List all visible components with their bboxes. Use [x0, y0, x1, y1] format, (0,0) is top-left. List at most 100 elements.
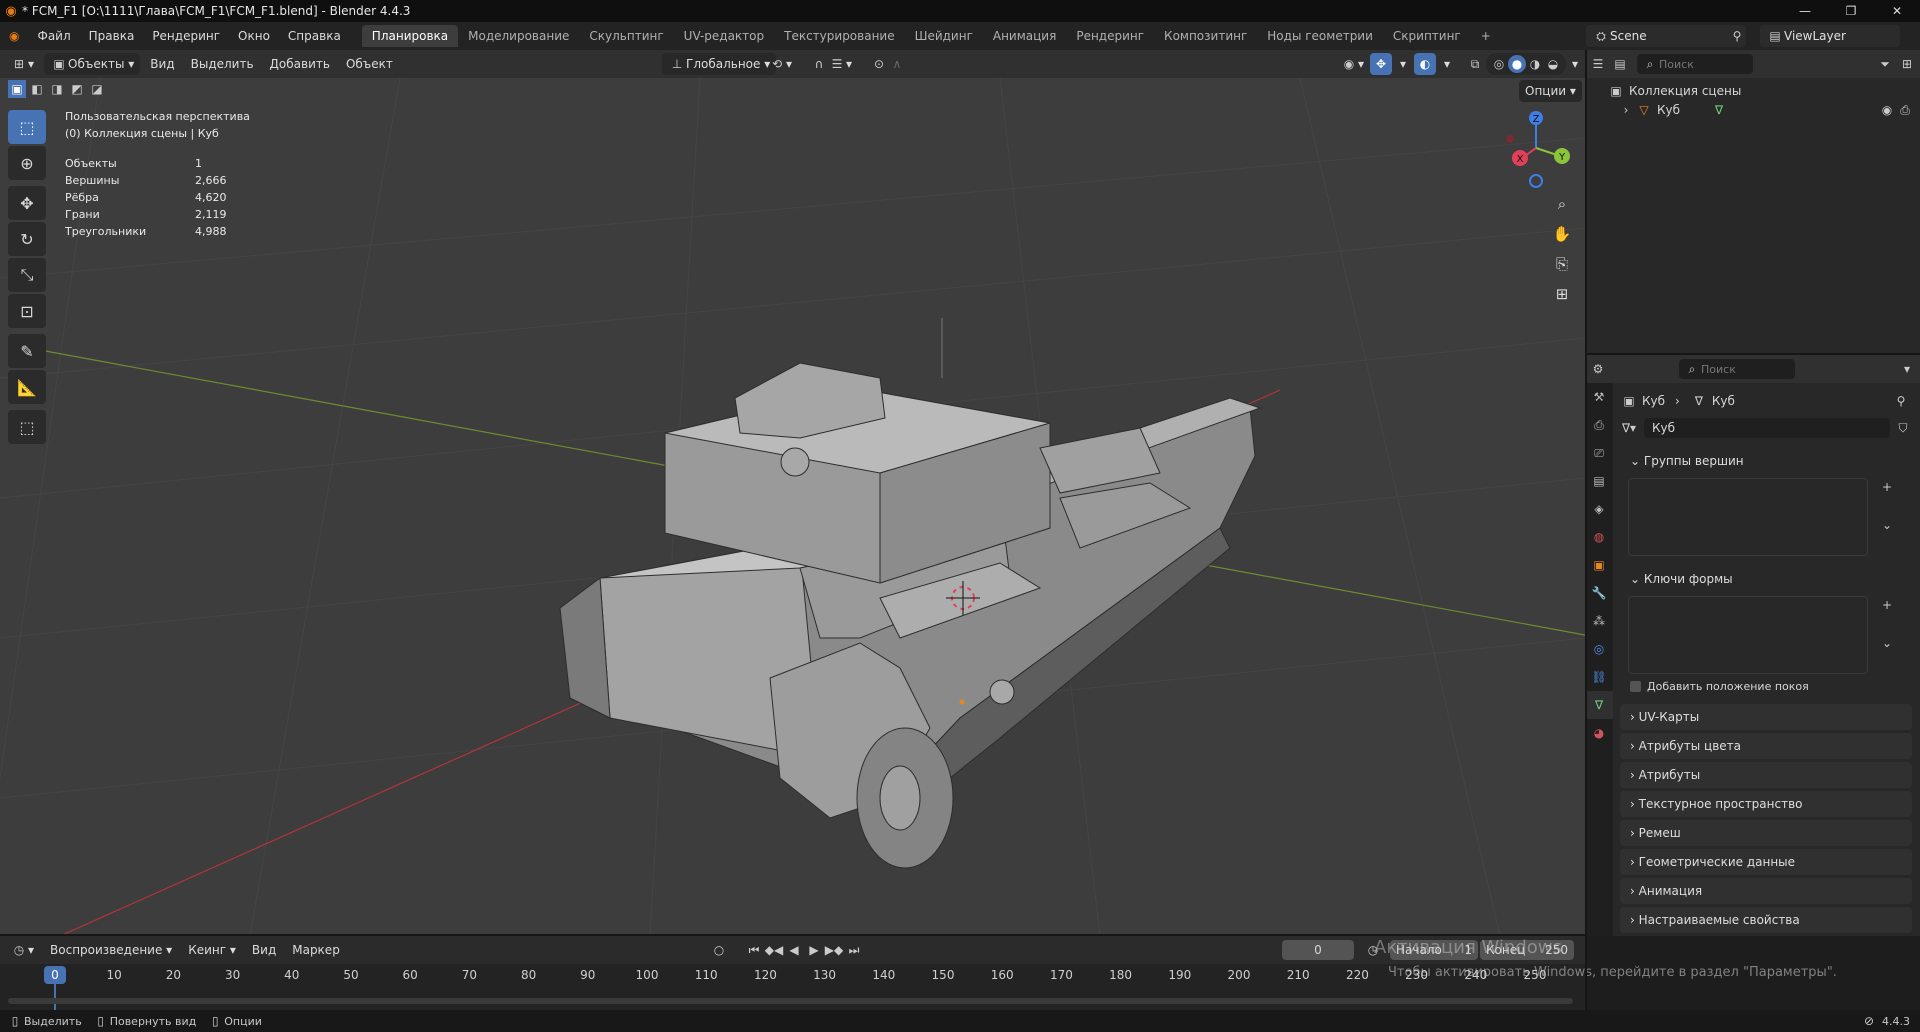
custom-properties-panel[interactable]: › Настраиваемые свойства [1620, 907, 1912, 933]
timeline-splitter[interactable] [0, 934, 1585, 936]
menu-file[interactable]: Файл [28, 22, 79, 50]
filter-icon[interactable]: ⏷ [1876, 55, 1894, 73]
menu-edit[interactable]: Правка [80, 22, 144, 50]
options-button[interactable]: Опции ▾ [1519, 80, 1582, 102]
tool-tab-icon[interactable]: ⚒ [1585, 383, 1613, 411]
shading-dropdown[interactable]: ▾ [1566, 53, 1584, 75]
rendered-shading-icon[interactable]: ◒ [1544, 55, 1562, 73]
snap-button[interactable]: ∩ ☰ ▾ [804, 53, 858, 75]
menu-keying[interactable]: Кеинг ▾ [182, 939, 242, 961]
tab-layout[interactable]: Планировка [361, 25, 459, 47]
vertex-groups-list[interactable] [1628, 478, 1868, 556]
timeline[interactable]: 10 20 30 40 50 60 70 80 90 100 110 120 130 140 150 160 1… [0, 964, 1585, 1010]
shape-key-specials-button[interactable]: ⌄ [1878, 634, 1896, 652]
modifier-tab-icon[interactable]: 🔧 [1585, 579, 1613, 607]
select-new-icon[interactable]: ▣ [8, 80, 26, 98]
tab-modeling[interactable]: Моделирование [458, 25, 579, 47]
chevron-down-icon[interactable]: ▾ [1898, 360, 1916, 378]
rotate-tool-icon[interactable]: ↻ [8, 222, 46, 256]
attributes-panel[interactable]: › Атрибуты [1620, 762, 1912, 788]
remesh-panel[interactable]: › Ремеш [1620, 820, 1912, 846]
current-frame-field[interactable]: 0 [1282, 940, 1354, 960]
menu-view[interactable]: Вид [144, 53, 180, 75]
render-tab-icon[interactable]: ⎙ [1585, 411, 1613, 439]
outliner-search[interactable]: ⌕ Поиск [1637, 54, 1753, 74]
play-icon[interactable]: ▶ [805, 941, 823, 959]
expand-arrow-icon[interactable]: › [1617, 101, 1635, 119]
prev-keyframe-icon[interactable]: ◆◀ [765, 941, 783, 959]
tab-animation[interactable]: Анимация [983, 25, 1066, 47]
collection-row[interactable]: ▣ Коллекция сцены [1585, 78, 1920, 100]
camera-view-icon[interactable]: ⎘ [1548, 250, 1576, 278]
menu-render[interactable]: Рендеринг [143, 22, 229, 50]
view-layer-tab-icon[interactable]: ▤ [1585, 467, 1613, 495]
horizontal-splitter[interactable] [1587, 353, 1920, 355]
fake-user-shield-icon[interactable]: ⛉ [1894, 419, 1912, 437]
gizmo-dropdown[interactable]: ▾ [1394, 53, 1412, 75]
menu-select[interactable]: Выделить [185, 53, 260, 75]
shape-keys-panel-header[interactable]: ⌄ Ключи формы [1620, 566, 1912, 592]
add-cube-tool-icon[interactable]: ⬚ [8, 410, 46, 444]
menu-timeline-view[interactable]: Вид [246, 939, 282, 961]
menu-help[interactable]: Справка [279, 22, 350, 50]
uv-maps-panel[interactable]: › UV-Карты [1620, 704, 1912, 730]
data-tab-icon[interactable]: ∇ [1585, 691, 1613, 719]
annotate-tool-icon[interactable]: ✎ [8, 334, 46, 368]
outliner-editor-icon[interactable]: ☰ [1589, 55, 1607, 73]
scene-selector[interactable]: ⛭ Scene ⚲ [1586, 25, 1746, 47]
perspective-grid-icon[interactable]: ⊞ [1548, 280, 1576, 308]
overlay-toggle[interactable]: ◐ [1414, 53, 1436, 75]
mode-selector[interactable]: ▣ Объекты ▾ [44, 53, 141, 75]
visibility-eye-icon[interactable]: ◉ [1878, 101, 1896, 119]
select-subtract-icon[interactable]: ◨ [48, 80, 66, 98]
overlay-dropdown[interactable]: ▾ [1438, 53, 1456, 75]
tab-shading[interactable]: Шейдинг [905, 25, 983, 47]
transform-tool-icon[interactable]: ⊡ [8, 294, 46, 328]
mesh-browse-icon[interactable]: ∇▾ [1620, 419, 1638, 437]
timeline-scrollbar[interactable] [8, 998, 1573, 1004]
vertical-splitter[interactable] [1585, 50, 1587, 1010]
play-reverse-icon[interactable]: ◀ [785, 941, 803, 959]
tab-scripting[interactable]: Скриптинг [1383, 25, 1471, 47]
rest-position-checkbox[interactable] [1630, 680, 1641, 692]
animation-panel[interactable]: › Анимация [1620, 878, 1912, 904]
move-tool-icon[interactable]: ✥ [8, 186, 46, 220]
tab-uv-editing[interactable]: UV-редактор [674, 25, 774, 47]
vertex-group-specials-button[interactable]: ⌄ [1878, 516, 1896, 534]
measure-tool-icon[interactable]: 📐 [8, 370, 46, 404]
tab-rendering[interactable]: Рендеринг [1066, 25, 1154, 47]
next-keyframe-icon[interactable]: ▶◆ [825, 941, 843, 959]
output-tab-icon[interactable]: ⎚ [1585, 439, 1613, 467]
world-tab-icon[interactable]: ◍ [1585, 523, 1613, 551]
pin-icon[interactable]: ⚲ [1728, 27, 1746, 45]
particles-tab-icon[interactable]: ⁂ [1585, 607, 1613, 635]
solid-shading-icon[interactable]: ● [1508, 55, 1526, 73]
menu-add[interactable]: Добавить [264, 53, 336, 75]
navigation-gizmo[interactable]: Z Y X [1492, 108, 1572, 190]
autokey-button[interactable]: ○ [704, 939, 734, 961]
shape-keys-list[interactable] [1628, 596, 1868, 674]
material-shading-icon[interactable]: ◑ [1526, 55, 1544, 73]
properties-editor-icon[interactable]: ⚙ [1589, 360, 1607, 378]
menu-marker[interactable]: Маркер [286, 939, 346, 961]
properties-search[interactable]: ⌕ Поиск [1679, 359, 1795, 379]
proportional-edit-button[interactable]: ⊙ ∧ [864, 53, 912, 75]
wireframe-shading-icon[interactable]: ◎ [1490, 55, 1508, 73]
zoom-icon[interactable]: ⌕ [1548, 190, 1576, 218]
color-attributes-panel[interactable]: › Атрибуты цвета [1620, 733, 1912, 759]
physics-tab-icon[interactable]: ◎ [1585, 635, 1613, 663]
editor-type-icon[interactable]: ◉ [0, 22, 28, 50]
add-workspace-button[interactable]: + [1471, 25, 1501, 47]
pin-icon[interactable]: ⚲ [1892, 392, 1910, 410]
geometry-data-panel[interactable]: › Геометрические данные [1620, 849, 1912, 875]
menu-object[interactable]: Объект [340, 53, 399, 75]
maximize-button[interactable]: ❐ [1828, 0, 1874, 22]
object-row[interactable]: › ▽ Куб ∇ ◉ ⎙ [1585, 100, 1920, 120]
menu-playback[interactable]: Воспроизведение ▾ [44, 939, 178, 961]
tab-geometry-nodes[interactable]: Ноды геометрии [1257, 25, 1383, 47]
select-intersect-icon[interactable]: ◪ [88, 80, 106, 98]
mesh-name-field[interactable]: Куб [1644, 418, 1890, 438]
tab-compositing[interactable]: Композитинг [1154, 25, 1257, 47]
object-tab-icon[interactable]: ▣ [1585, 551, 1613, 579]
view-layer-selector[interactable]: ▤ ViewLayer [1760, 25, 1900, 47]
